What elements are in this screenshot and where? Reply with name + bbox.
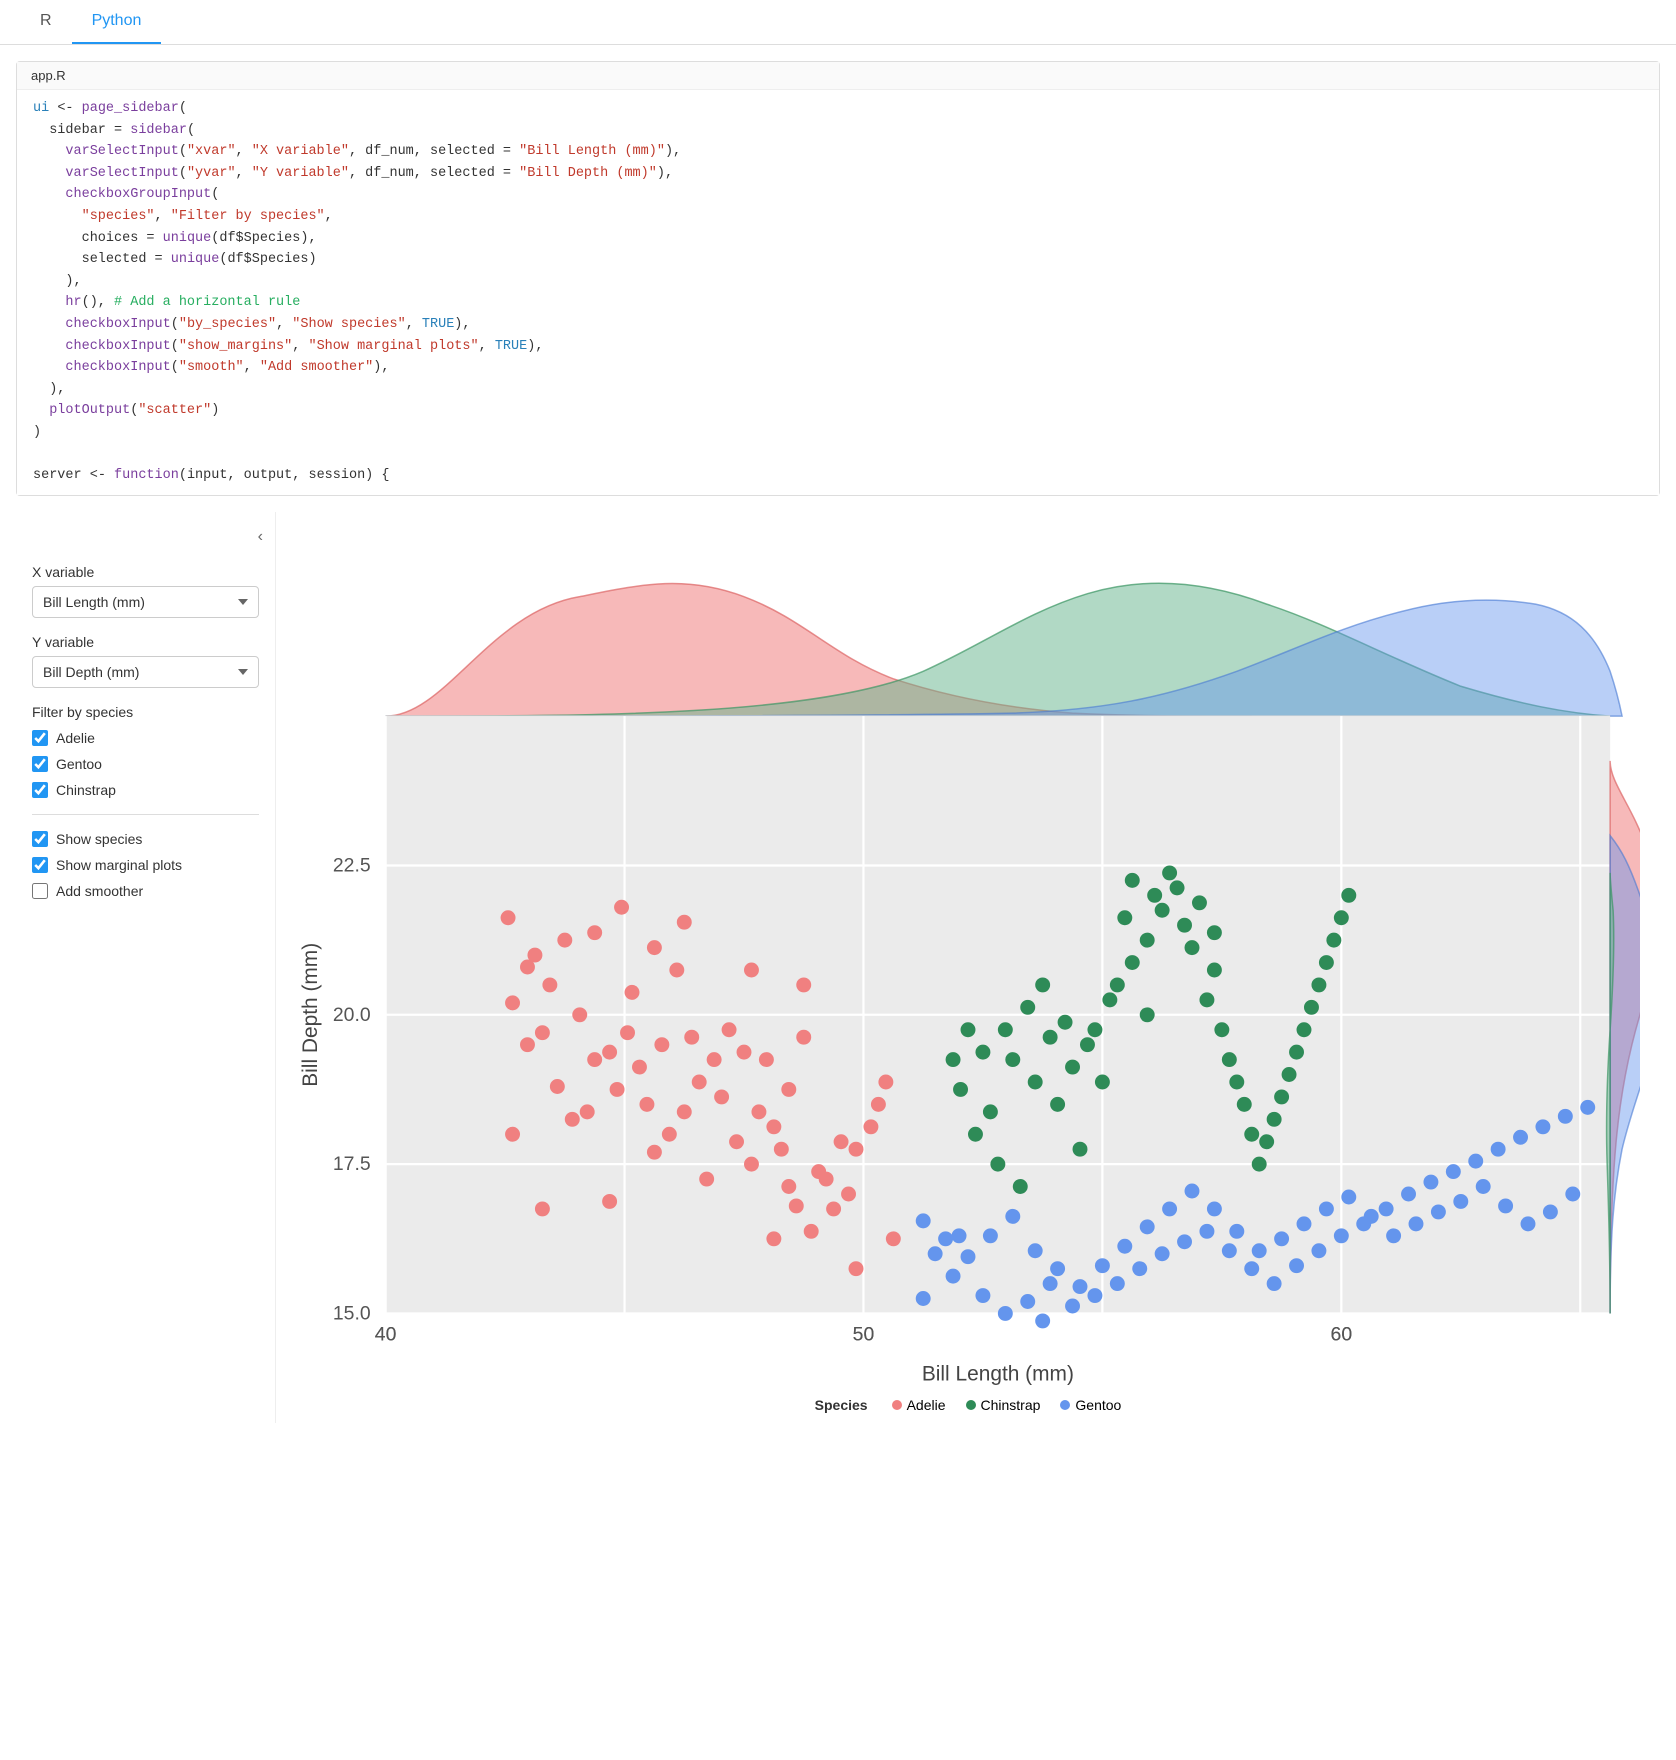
svg-text:Bill Length (mm): Bill Length (mm) — [922, 1362, 1074, 1385]
legend-chinstrap: Chinstrap — [966, 1397, 1041, 1413]
adelie-checkbox[interactable] — [32, 730, 48, 746]
svg-text:22.5: 22.5 — [333, 854, 371, 876]
y-variable-select[interactable]: Bill Depth (mm) — [32, 656, 259, 688]
chinstrap-legend-label: Chinstrap — [981, 1397, 1041, 1413]
svg-text:60: 60 — [1331, 1323, 1353, 1345]
filter-species-label: Filter by species — [32, 704, 259, 720]
tab-python[interactable]: Python — [72, 0, 162, 44]
chinstrap-checkbox-item[interactable]: Chinstrap — [32, 782, 259, 798]
adelie-legend-label: Adelie — [907, 1397, 946, 1413]
show-marginal-checkbox[interactable] — [32, 857, 48, 873]
gentoo-label: Gentoo — [56, 756, 102, 772]
show-marginal-item[interactable]: Show marginal plots — [32, 857, 259, 873]
tabs-bar: R Python — [0, 0, 1676, 45]
chart-container: 15.0 17.5 20.0 22.5 40 50 60 40 50 60 Bi… — [296, 522, 1640, 1393]
svg-text:17.5: 17.5 — [333, 1153, 371, 1175]
code-editor: app.R ui <- page_sidebar( sidebar = side… — [16, 61, 1660, 496]
gentoo-checkbox[interactable] — [32, 756, 48, 772]
code-filename: app.R — [17, 62, 1659, 90]
sidebar-divider — [32, 814, 259, 815]
chart-legend: Species Adelie Chinstrap Gentoo — [815, 1397, 1122, 1413]
gentoo-checkbox-item[interactable]: Gentoo — [32, 756, 259, 772]
gentoo-dot — [1060, 1400, 1070, 1410]
x-variable-select[interactable]: Bill Length (mm) — [32, 586, 259, 618]
chart-area: 15.0 17.5 20.0 22.5 40 50 60 40 50 60 Bi… — [276, 512, 1660, 1423]
show-marginal-label: Show marginal plots — [56, 857, 182, 873]
adelie-dot — [892, 1400, 902, 1410]
add-smoother-checkbox[interactable] — [32, 883, 48, 899]
adelie-checkbox-item[interactable]: Adelie — [32, 730, 259, 746]
x-variable-label: X variable — [32, 564, 259, 580]
legend-gentoo: Gentoo — [1060, 1397, 1121, 1413]
add-smoother-label: Add smoother — [56, 883, 143, 899]
chinstrap-label: Chinstrap — [56, 782, 116, 798]
chinstrap-checkbox[interactable] — [32, 782, 48, 798]
svg-text:20.0: 20.0 — [333, 1003, 371, 1025]
add-smoother-item[interactable]: Add smoother — [32, 883, 259, 899]
sidebar: ‹ X variable Bill Length (mm) Y variable… — [16, 512, 276, 1423]
sidebar-collapse-button[interactable]: ‹ — [258, 528, 263, 546]
show-species-label: Show species — [56, 831, 142, 847]
bottom-section: ‹ X variable Bill Length (mm) Y variable… — [16, 512, 1660, 1423]
svg-text:15.0: 15.0 — [333, 1302, 371, 1324]
y-variable-label: Y variable — [32, 634, 259, 650]
svg-text:50: 50 — [853, 1323, 875, 1345]
show-species-item[interactable]: Show species — [32, 831, 259, 847]
gentoo-legend-label: Gentoo — [1075, 1397, 1121, 1413]
scatter-plot: 15.0 17.5 20.0 22.5 40 50 60 40 50 60 Bi… — [296, 522, 1640, 1388]
species-checkbox-group: Adelie Gentoo Chinstrap — [32, 730, 259, 798]
svg-text:Bill Depth (mm): Bill Depth (mm) — [299, 943, 322, 1087]
code-content: ui <- page_sidebar( sidebar = sidebar( v… — [17, 98, 1659, 487]
tab-r[interactable]: R — [20, 0, 72, 44]
code-body[interactable]: ui <- page_sidebar( sidebar = sidebar( v… — [17, 90, 1659, 495]
legend-adelie: Adelie — [892, 1397, 946, 1413]
show-species-checkbox[interactable] — [32, 831, 48, 847]
svg-text:40: 40 — [375, 1323, 397, 1345]
legend-title: Species — [815, 1397, 868, 1413]
adelie-label: Adelie — [56, 730, 95, 746]
chinstrap-dot — [966, 1400, 976, 1410]
